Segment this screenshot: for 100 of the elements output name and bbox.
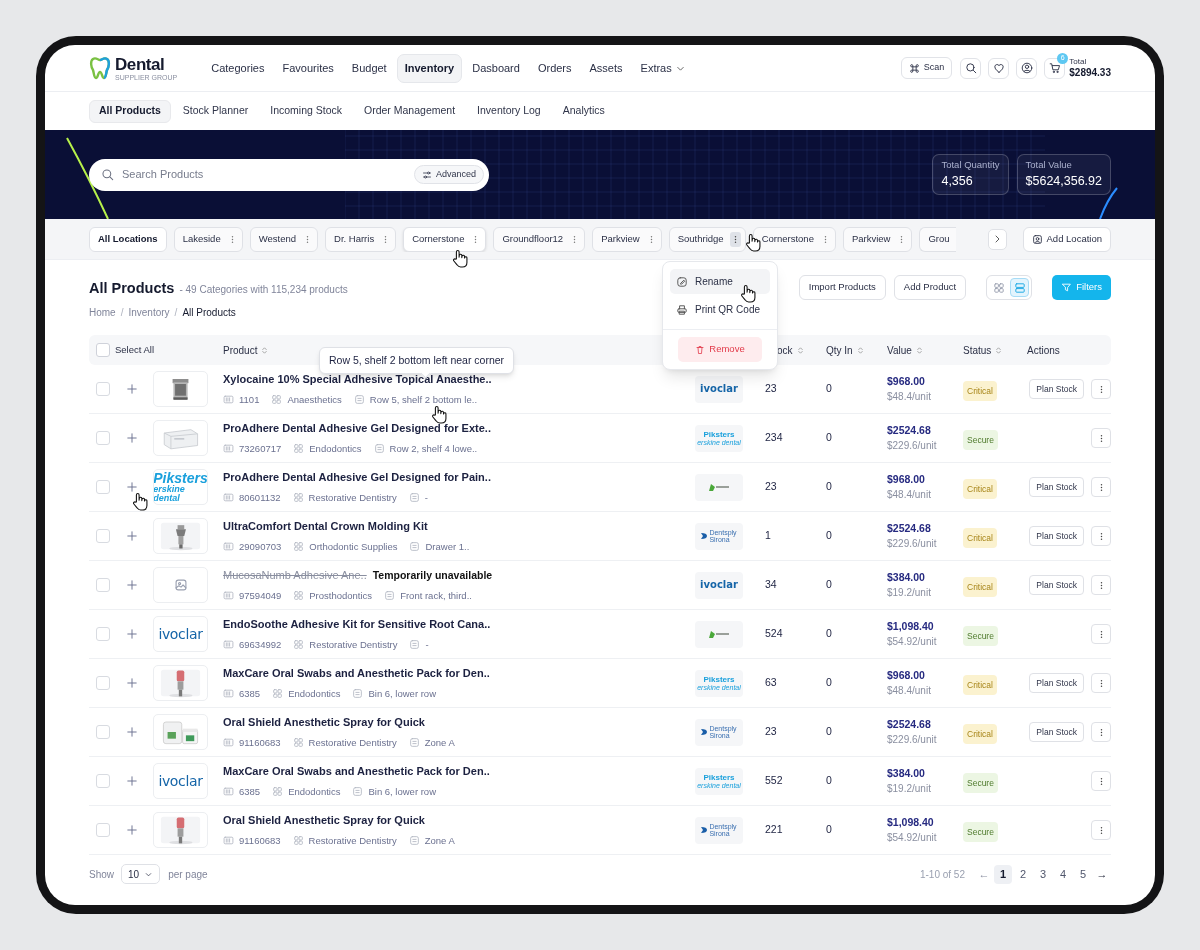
brand-logo-text: ivoclar [700, 580, 738, 590]
location-chip[interactable]: Southridge [668, 226, 746, 252]
user-icon [1020, 62, 1033, 74]
location-chip[interactable]: All Locations [89, 226, 167, 252]
product-name[interactable]: Xylocaine 10% Special Adhesive Topical Anaesthe.. [223, 371, 492, 388]
product-name[interactable]: MaxCare Oral Swabs and Anesthetic Pack for Den.. [223, 665, 490, 682]
subnav-tab[interactable]: Order Management [354, 99, 466, 123]
product-category: Restorative Dentistry [308, 735, 397, 750]
toolbar-button[interactable]: Add Product [893, 275, 967, 300]
page-button[interactable]: 1 [994, 864, 1012, 884]
location-chip[interactable]: Grou [919, 226, 956, 252]
nav-link[interactable]: Favourites [274, 53, 342, 83]
location-chip[interactable]: Westend [249, 226, 318, 252]
unit-price: $48.4/unit [887, 488, 932, 503]
checkbox[interactable] [96, 382, 110, 396]
plan-stock-button[interactable]: Plan Stock [1029, 379, 1084, 399]
advanced-search-button[interactable]: Advanced [413, 165, 484, 184]
column-header[interactable]: Status [963, 342, 1004, 358]
nav-link[interactable]: Extras [632, 53, 694, 83]
menu-item[interactable]: Rename [670, 269, 770, 294]
checkbox[interactable] [96, 823, 110, 837]
search-field[interactable]: Search Products Advanced [89, 158, 489, 191]
location-chip[interactable]: Parkview [592, 226, 662, 252]
nav-link[interactable]: Dasboard [464, 53, 528, 83]
nav-link[interactable]: Budget [343, 53, 395, 83]
plus-icon [126, 579, 138, 591]
plan-stock-button[interactable]: Plan Stock [1029, 673, 1084, 693]
subnav-tab[interactable]: Stock Planner [172, 99, 259, 123]
subnav-tab[interactable]: All Products [89, 99, 171, 123]
search-button[interactable] [960, 57, 982, 79]
page-button[interactable]: 3 [1034, 864, 1052, 884]
subnav-tab[interactable]: Inventory Log [467, 99, 551, 123]
note-icon [352, 688, 364, 700]
checkbox[interactable] [96, 676, 110, 690]
breadcrumb-link[interactable]: Home [89, 304, 116, 320]
barcode-icon [223, 786, 234, 798]
brand-logo-text: Piksters [703, 430, 735, 439]
page-button[interactable]: 5 [1074, 864, 1092, 884]
breadcrumb-link[interactable]: Inventory [128, 304, 170, 320]
checkbox[interactable] [96, 480, 110, 494]
favourites-button[interactable] [988, 57, 1010, 79]
subnav-tab[interactable]: Incoming Stock [260, 99, 352, 123]
checkbox[interactable] [96, 774, 110, 788]
checkbox[interactable] [96, 343, 110, 357]
location-chip[interactable]: Dr. Harris [325, 226, 397, 252]
plan-stock-button[interactable]: Plan Stock [1029, 722, 1084, 742]
page-button[interactable]: 4 [1054, 864, 1072, 884]
location-chip[interactable]: Parkview [842, 226, 913, 252]
product-name[interactable]: ProAdhere Dental Adhesive Gel Designed for Exte.. [223, 420, 491, 437]
nav-link[interactable]: Orders [529, 53, 580, 83]
row-actions-button[interactable] [1091, 428, 1111, 448]
row-actions-button[interactable] [1091, 379, 1111, 399]
product-name[interactable]: UltraComfort Dental Crown Molding Kit [223, 518, 428, 535]
product-name[interactable]: EndoSoothe Adhesive Kit for Sensitive Root Cana.. [223, 616, 491, 633]
row-actions-button[interactable] [1091, 624, 1111, 644]
column-header[interactable]: Value [887, 342, 924, 358]
subnav-tab[interactable]: Analytics [552, 99, 615, 123]
column-header[interactable]: Product [223, 342, 270, 358]
scan-button[interactable]: Scan [900, 57, 953, 79]
scroll-right-button[interactable] [988, 228, 1007, 250]
column-header[interactable]: Actions [1027, 342, 1060, 358]
nav-link[interactable]: Inventory [396, 53, 463, 83]
filter-icon [1061, 282, 1073, 293]
row-actions-button[interactable] [1091, 477, 1111, 497]
plan-stock-button[interactable]: Plan Stock [1029, 575, 1084, 595]
location-chip[interactable]: Cornerstone [403, 226, 487, 252]
checkbox[interactable] [96, 627, 110, 641]
more-options-icon[interactable] [729, 231, 741, 247]
menu-item[interactable]: Print QR Code [670, 297, 770, 322]
row-actions-button[interactable] [1091, 820, 1111, 840]
product-name[interactable]: ProAdhere Dental Adhesive Gel Designed for Pain.. [223, 469, 491, 486]
checkbox[interactable] [96, 431, 110, 445]
row-actions-button[interactable] [1091, 526, 1111, 546]
product-name[interactable]: Oral Shield Anesthetic Spray for Quick [223, 714, 425, 731]
checkbox[interactable] [96, 578, 110, 592]
location-chip[interactable]: Lakeside [173, 226, 243, 252]
nav-link[interactable]: Assets [581, 53, 631, 83]
checkbox[interactable] [96, 529, 110, 543]
next-page-button[interactable]: → [1093, 865, 1111, 883]
toolbar-button[interactable]: Import Products [798, 275, 886, 300]
page-button[interactable]: 2 [1014, 864, 1032, 884]
product-name[interactable]: MaxCare Oral Swabs and Anesthetic Pack for Den.. [223, 763, 490, 780]
row-actions-button[interactable] [1091, 771, 1111, 791]
storage-location: Bin 6, lower row [368, 784, 437, 799]
plan-stock-button[interactable]: Plan Stock [1029, 477, 1084, 497]
row-actions-button[interactable] [1091, 575, 1111, 595]
row-actions-button[interactable] [1091, 722, 1111, 742]
column-header[interactable]: Qty In [826, 342, 865, 358]
per-page-select[interactable]: 10 [121, 864, 161, 884]
product-name[interactable]: Oral Shield Anesthetic Spray for Quick [223, 812, 425, 829]
checkbox[interactable] [96, 725, 110, 739]
account-button[interactable] [1016, 57, 1038, 79]
location-chip[interactable]: Groundfloor12 [493, 226, 586, 252]
remove-button[interactable]: Remove [678, 337, 762, 362]
plan-stock-button[interactable]: Plan Stock [1029, 526, 1084, 546]
list-view-button[interactable] [1010, 278, 1030, 297]
location-chip[interactable]: Cornerstone [752, 226, 836, 252]
add-location-button[interactable]: Add Location [1022, 226, 1111, 252]
row-actions-button[interactable] [1091, 673, 1111, 693]
nav-link[interactable]: Categories [203, 53, 273, 83]
